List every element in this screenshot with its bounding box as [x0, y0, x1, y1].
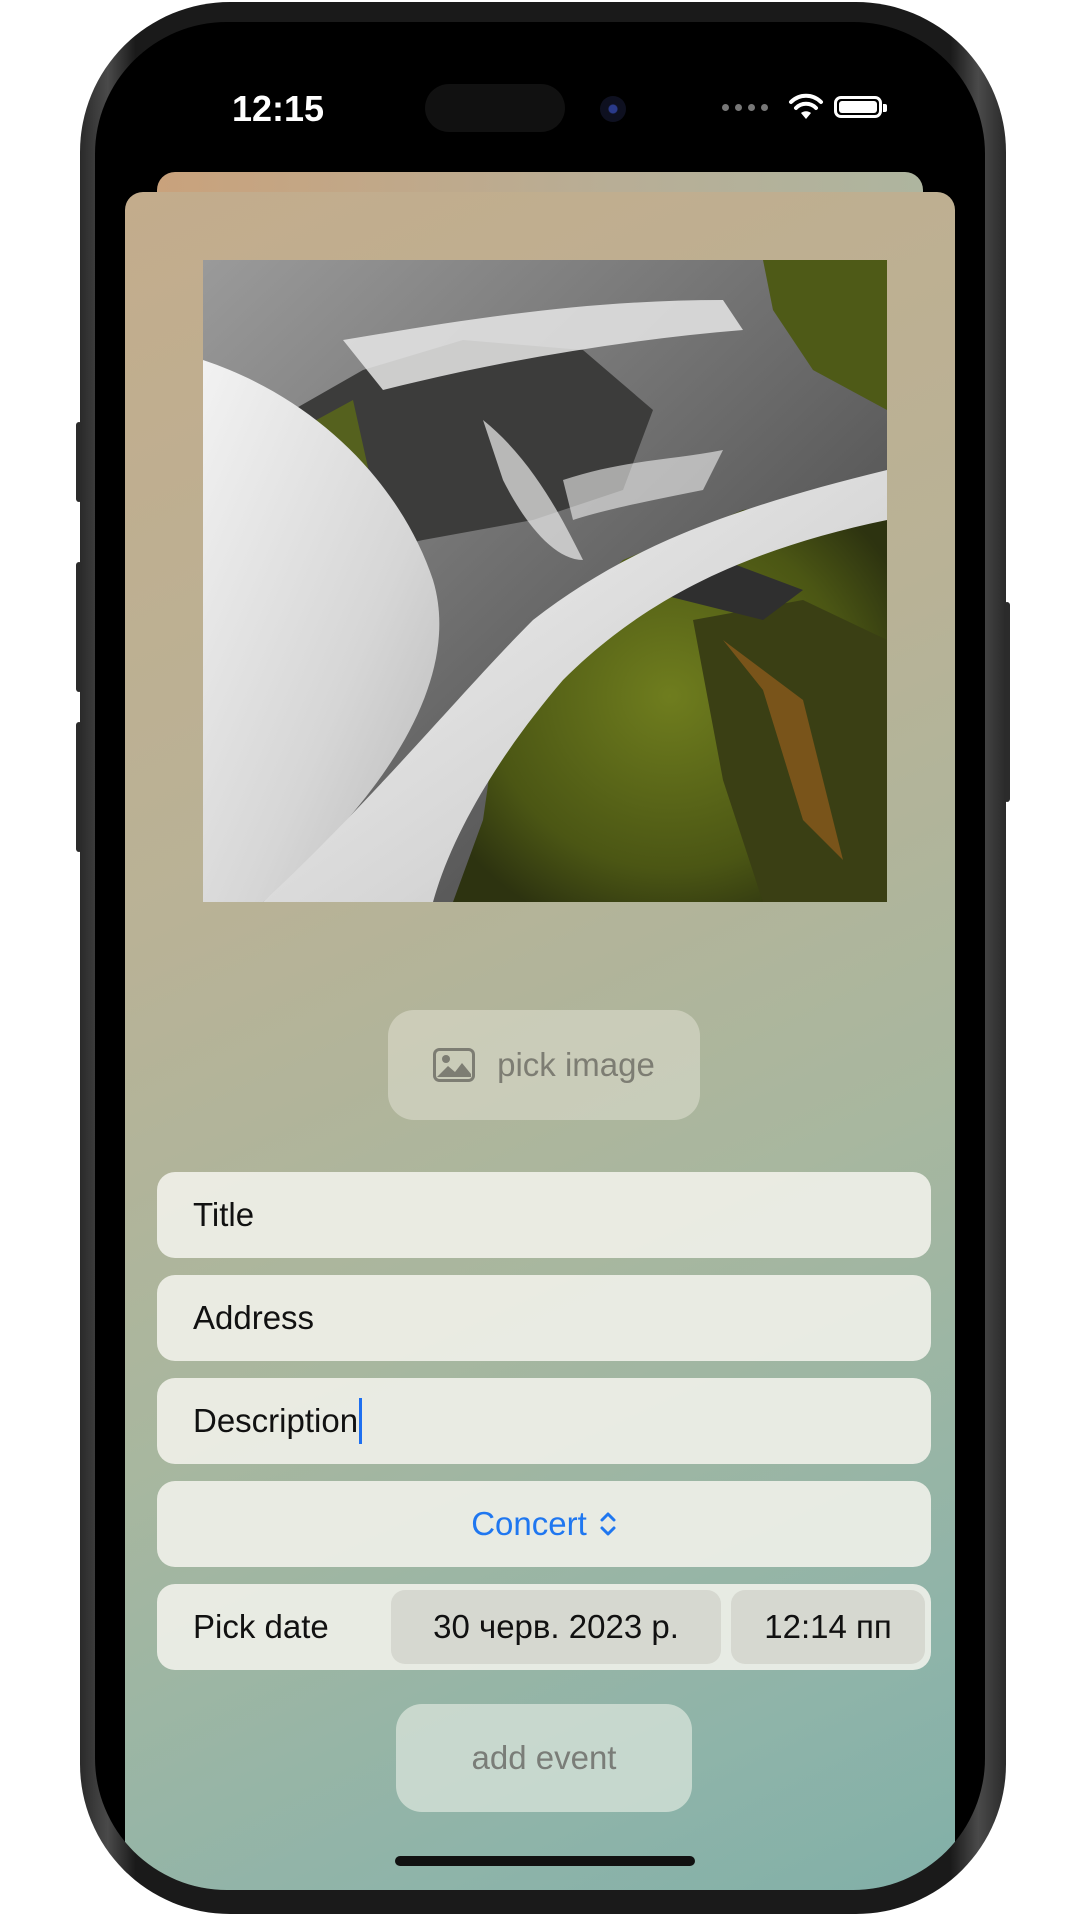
time-picker[interactable]: 12:14 пп — [731, 1590, 925, 1664]
date-row: Pick date 30 черв. 2023 р. 12:14 пп — [157, 1584, 931, 1670]
category-selected: Concert — [471, 1505, 587, 1542]
description-value: Description — [193, 1402, 359, 1439]
add-event-sheet: pick image Title Address Description Con… — [125, 192, 955, 1890]
pick-image-label: pick image — [497, 1046, 655, 1083]
title-field[interactable]: Title — [157, 1172, 931, 1258]
chevron-up-down-icon — [600, 1512, 616, 1536]
text-cursor — [359, 1398, 363, 1444]
category-picker[interactable]: Concert — [157, 1481, 931, 1567]
dynamic-island — [425, 84, 565, 132]
add-event-label: add event — [471, 1739, 617, 1776]
volume-up-button — [76, 562, 82, 692]
home-indicator[interactable] — [395, 1856, 695, 1866]
screen: 12:15 pick image Title Address Descripti… — [95, 22, 985, 1890]
title-placeholder: Title — [193, 1196, 255, 1233]
date-value: 30 черв. 2023 р. — [433, 1608, 679, 1645]
pick-image-button[interactable]: pick image — [388, 1010, 700, 1120]
add-event-button[interactable]: add event — [396, 1704, 692, 1812]
description-field[interactable]: Description — [157, 1378, 931, 1464]
status-icons — [722, 92, 887, 122]
address-placeholder: Address — [193, 1299, 315, 1336]
camera-icon — [600, 96, 626, 122]
signal-dots-icon — [722, 103, 768, 111]
address-field[interactable]: Address — [157, 1275, 931, 1361]
wifi-icon — [789, 93, 823, 119]
selected-image — [203, 260, 887, 902]
status-time: 12:15 — [232, 88, 325, 129]
battery-icon — [834, 96, 887, 118]
time-value: 12:14 пп — [764, 1608, 892, 1645]
power-button — [1004, 602, 1010, 802]
volume-down-button — [76, 722, 82, 852]
date-picker[interactable]: 30 черв. 2023 р. — [391, 1590, 721, 1664]
action-button — [76, 422, 82, 502]
date-label: Pick date — [193, 1608, 329, 1645]
photo-icon — [433, 1048, 476, 1082]
